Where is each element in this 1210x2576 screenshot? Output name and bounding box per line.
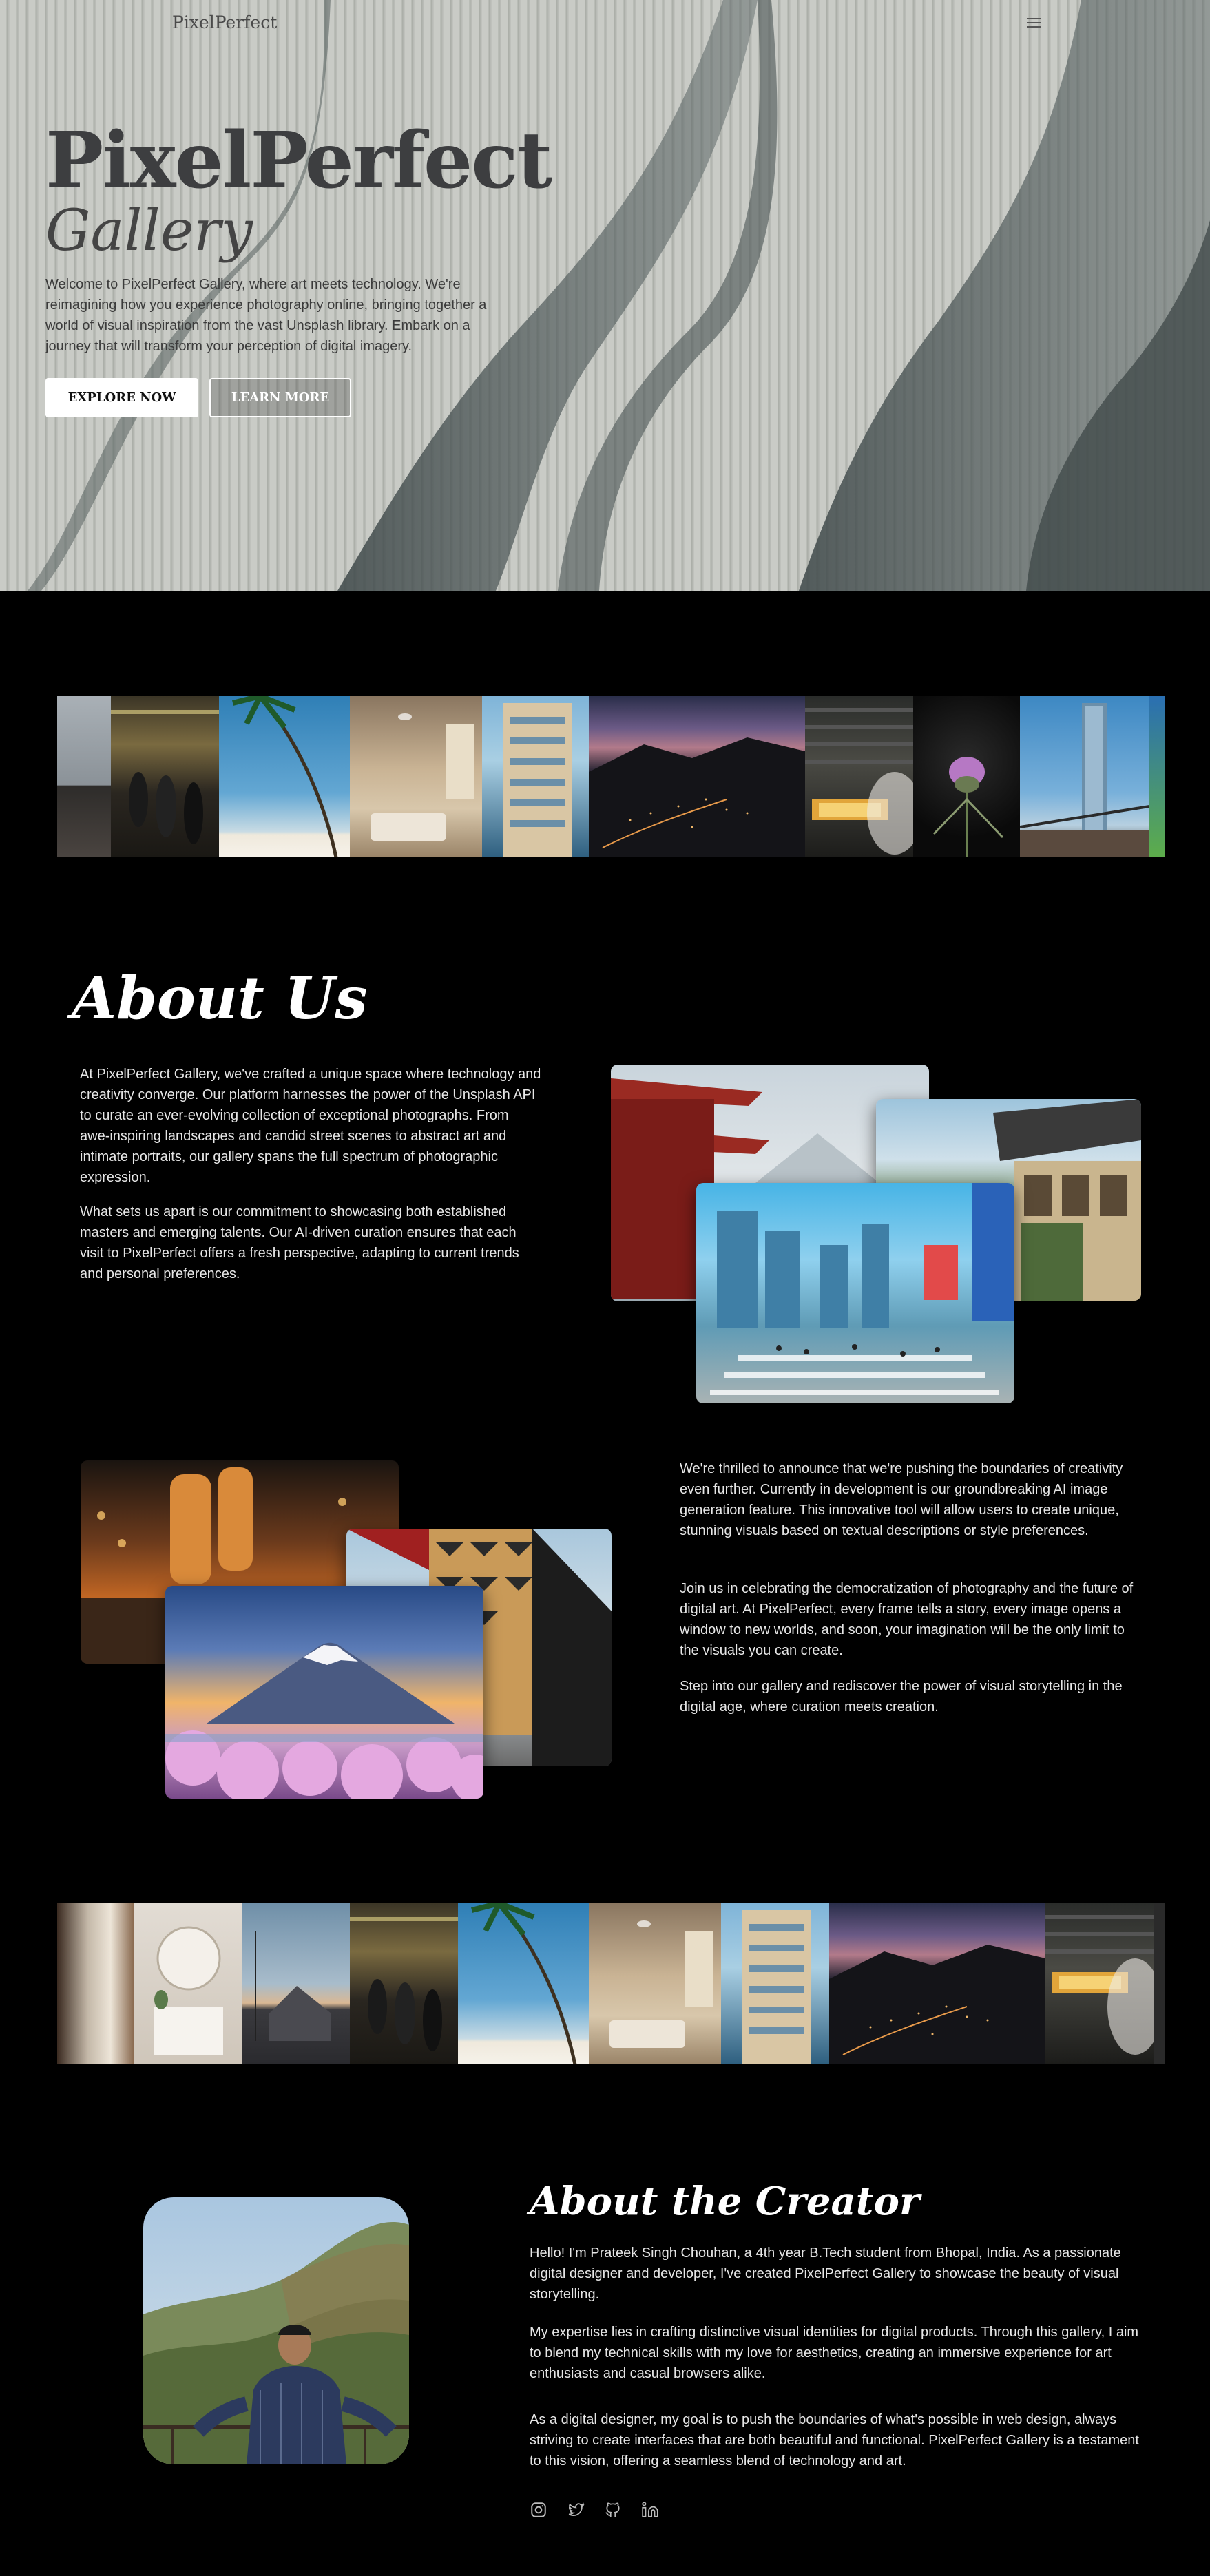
creator-photo — [143, 2197, 409, 2464]
tokyo-crossing-photo[interactable] — [696, 1183, 1014, 1403]
gallery-photo[interactable] — [1020, 696, 1149, 857]
gallery-photo[interactable] — [482, 696, 589, 857]
gallery-photo[interactable] — [242, 1903, 350, 2064]
gallery-photo[interactable] — [721, 1903, 829, 2064]
social-links — [530, 2501, 659, 2519]
gallery-photo[interactable] — [1149, 696, 1165, 857]
about-paragraph-4: Join us in celebrating the democratizati… — [680, 1581, 1134, 1658]
navbar: PixelPerfect — [0, 0, 1210, 45]
hero-subtitle: Gallery — [45, 198, 253, 264]
learn-more-button[interactable]: LEARN MORE — [209, 378, 351, 417]
gallery-photo[interactable] — [589, 1903, 721, 2064]
nav-logo[interactable]: PixelPerfect — [172, 12, 277, 32]
gallery-photo[interactable] — [829, 1903, 1045, 2064]
gallery-photo[interactable] — [219, 696, 350, 857]
gallery-photo[interactable] — [1045, 1903, 1154, 2064]
photo-strip-bottom — [57, 1903, 1165, 2064]
gallery-photo[interactable] — [458, 1903, 589, 2064]
gallery-photo[interactable] — [57, 696, 111, 857]
instagram-icon[interactable] — [530, 2501, 547, 2519]
creator-paragraph-2: My expertise lies in crafting distinctiv… — [530, 2325, 1139, 2381]
explore-now-button[interactable]: EXPLORE NOW — [45, 378, 198, 417]
linkedin-icon[interactable] — [641, 2501, 659, 2519]
about-paragraph-2: What sets us apart is our commitment to … — [80, 1204, 519, 1281]
hero-description: Welcome to PixelPerfect Gallery, where a… — [45, 277, 487, 354]
hamburger-menu-icon[interactable] — [1025, 15, 1043, 29]
github-icon[interactable] — [604, 2501, 622, 2519]
creator-paragraph-3: As a digital designer, my goal is to pus… — [530, 2412, 1139, 2469]
hero-title: PixelPerfect — [45, 116, 552, 206]
gallery-photo[interactable] — [805, 696, 913, 857]
about-paragraph-5: Step into our gallery and rediscover the… — [680, 1679, 1123, 1715]
gallery-photo[interactable] — [111, 696, 219, 857]
gallery-photo[interactable] — [1154, 1903, 1165, 2064]
gallery-photo[interactable] — [589, 696, 805, 857]
about-the-creator-title: About the Creator — [530, 2179, 920, 2224]
mount-fuji-photo[interactable] — [165, 1586, 483, 1799]
about-paragraph-1: At PixelPerfect Gallery, we've crafted a… — [80, 1067, 541, 1185]
about-paragraph-3: We're thrilled to announce that we're pu… — [680, 1461, 1123, 1538]
twitter-icon[interactable] — [567, 2501, 585, 2519]
gallery-photo[interactable] — [57, 1903, 134, 2064]
hero-section: PixelPerfect PixelPerfect Gallery Welcom… — [0, 0, 1210, 591]
gallery-photo[interactable] — [134, 1903, 242, 2064]
creator-paragraph-1: Hello! I'm Prateek Singh Chouhan, a 4th … — [530, 2245, 1121, 2302]
gallery-photo[interactable] — [913, 696, 1020, 857]
about-us-title: About Us — [72, 964, 368, 1032]
photo-strip-top — [57, 696, 1165, 857]
gallery-photo[interactable] — [350, 696, 482, 857]
gallery-photo[interactable] — [350, 1903, 458, 2064]
